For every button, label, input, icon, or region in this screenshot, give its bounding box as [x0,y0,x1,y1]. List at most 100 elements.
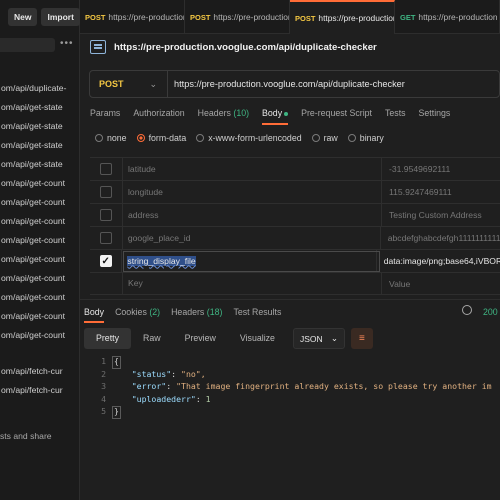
request-tab[interactable]: POST https://pre-production [80,0,185,34]
collection-item[interactable]: om/api/get-state [0,136,79,155]
collection-item[interactable]: om/api/fetch-cur [0,381,79,400]
url-input[interactable]: https://pre-production.vooglue.com/api/d… [168,79,405,89]
row-checkbox[interactable] [100,163,112,175]
request-tab[interactable]: POST https://pre-production [185,0,290,34]
form-data-table: latitude -31.9549692111 longitude 115.92… [90,157,500,295]
line-number: 4 [101,393,106,404]
value-placeholder[interactable]: Value [382,279,410,289]
line-number: 1 [101,356,106,366]
json-key: "status" [131,368,172,379]
key-cell[interactable]: address [122,203,382,227]
json-key: "error" [131,381,167,391]
response-tab-cookies[interactable]: Cookies (2) [115,307,160,323]
tab-prerequest-script[interactable]: Pre-request Script [301,108,372,122]
row-checkbox[interactable] [99,232,112,244]
radio-urlencoded[interactable]: x-www-form-urlencoded [196,133,302,143]
row-checkbox[interactable] [100,209,112,221]
radio-none[interactable]: none [95,133,127,143]
radio-raw[interactable]: raw [311,133,338,143]
collection-item[interactable]: om/api/get-count [0,212,79,231]
collection-item[interactable]: om/api/get-count [0,326,79,345]
radio-icon [95,134,103,142]
body-indicator-dot [284,111,289,116]
status-code: 200 O [483,307,500,317]
radio-icon [311,134,320,142]
collection-item[interactable]: om/api/get-count [0,288,79,307]
radio-binary[interactable]: binary [347,133,384,143]
collection-list: om/api/duplicate- om/api/get-state om/ap… [0,79,79,400]
json-key: "uploadederr" [131,393,196,404]
row-checkbox-cell [90,186,122,198]
radio-label: form-data [148,133,187,143]
code-text: { [112,356,121,369]
value-cell[interactable]: Testing Custom Address [382,210,482,220]
tab-label: https://pre-production [418,12,498,22]
response-divider[interactable] [80,299,500,300]
table-row-active: ✓ string_display_file data:image/png;bas… [90,249,500,273]
tab-label: https://pre-production [318,13,395,23]
response-body-code[interactable]: 1 { 2 "status": "no", 3 "error": "That i… [84,356,500,419]
method-select[interactable]: POST ⌄ [90,71,168,97]
language-select[interactable]: JSON ⌄ [292,328,345,349]
pretty-button[interactable]: Pretty [84,328,131,349]
table-row: address Testing Custom Address [90,203,500,227]
chevron-down-icon: ⌄ [330,333,338,343]
code-text: "uploadederr": 1 [131,393,211,404]
import-button[interactable]: Import [41,8,80,26]
line-number: 5 [101,406,106,416]
tab-body[interactable]: Body [262,108,289,122]
row-checkbox-cell: ✓ [90,255,121,267]
more-options-icon[interactable]: ••• [60,38,74,49]
row-checkbox[interactable] [100,186,112,198]
collection-item[interactable]: om/api/get-state [0,98,79,117]
wrap-lines-icon[interactable]: ≡ [350,328,373,349]
collection-item[interactable]: om/api/fetch-cur [0,362,79,381]
collection-item[interactable]: om/api/get-state [0,117,79,136]
collection-item[interactable]: om/api/get-state [0,155,79,174]
key-cell[interactable]: google_place_id [121,226,381,250]
line-number: 3 [101,381,106,391]
tab-params[interactable]: Params [90,108,120,122]
request-title-row: https://pre-production.vooglue.com/api/d… [90,40,377,54]
checkmark-icon[interactable]: ✓ [99,255,112,267]
collection-item[interactable]: om/api/get-count [0,193,79,212]
code-text: "error": "That image fingerprint already… [131,381,492,391]
code-text: } [112,406,121,419]
chevron-down-icon: ⌄ [149,78,157,89]
radio-label: none [107,133,127,143]
raw-button[interactable]: Raw [131,328,173,349]
radio-form-data[interactable]: form-data [136,133,187,143]
tab-authorization[interactable]: Authorization [133,108,184,122]
value-cell[interactable]: 115.9247469111 [382,187,452,197]
response-tab-headers[interactable]: Headers (18) [171,307,222,323]
new-button[interactable]: New [8,8,38,26]
key-placeholder[interactable]: Key [122,272,382,295]
value-cell[interactable]: data:image/png;base64,iVBOR [377,256,500,266]
key-cell[interactable]: longitude [122,180,382,204]
key-cell[interactable]: latitude [122,157,382,181]
tab-headers[interactable]: Headers (10) [198,108,249,122]
radio-label: raw [323,133,338,143]
body-type-selector: none form-data x-www-form-urlencoded raw… [95,133,384,143]
globe-icon[interactable] [462,305,472,315]
collection-item[interactable]: om/api/get-count [0,307,79,326]
response-tab-body[interactable]: Body [84,307,104,323]
collection-item[interactable]: om/api/get-count [0,269,79,288]
collection-item[interactable]: om/api/get-count [0,250,79,269]
value-cell[interactable]: -31.9549692111 [382,164,450,174]
request-title[interactable]: https://pre-production.vooglue.com/api/d… [114,42,377,53]
list-gap [0,345,79,362]
request-tab[interactable]: GET https://pre-production [395,0,500,34]
collection-item[interactable]: om/api/get-count [0,174,79,193]
table-row: google_place_id abcdefghabcdefgh11111111… [90,226,500,250]
request-tab-active[interactable]: POST https://pre-production [290,0,395,34]
response-tab-test-results[interactable]: Test Results [233,307,281,323]
collection-item[interactable]: om/api/get-count [0,231,79,250]
preview-button[interactable]: Preview [173,328,228,349]
tab-settings[interactable]: Settings [419,108,451,122]
tab-tests[interactable]: Tests [385,108,406,122]
sidebar-search-input[interactable] [0,38,55,52]
value-cell[interactable]: abcdefghabcdefgh1111111111 [381,233,500,243]
visualize-button[interactable]: Visualize [228,328,287,349]
collection-item[interactable]: om/api/duplicate- [0,79,79,98]
